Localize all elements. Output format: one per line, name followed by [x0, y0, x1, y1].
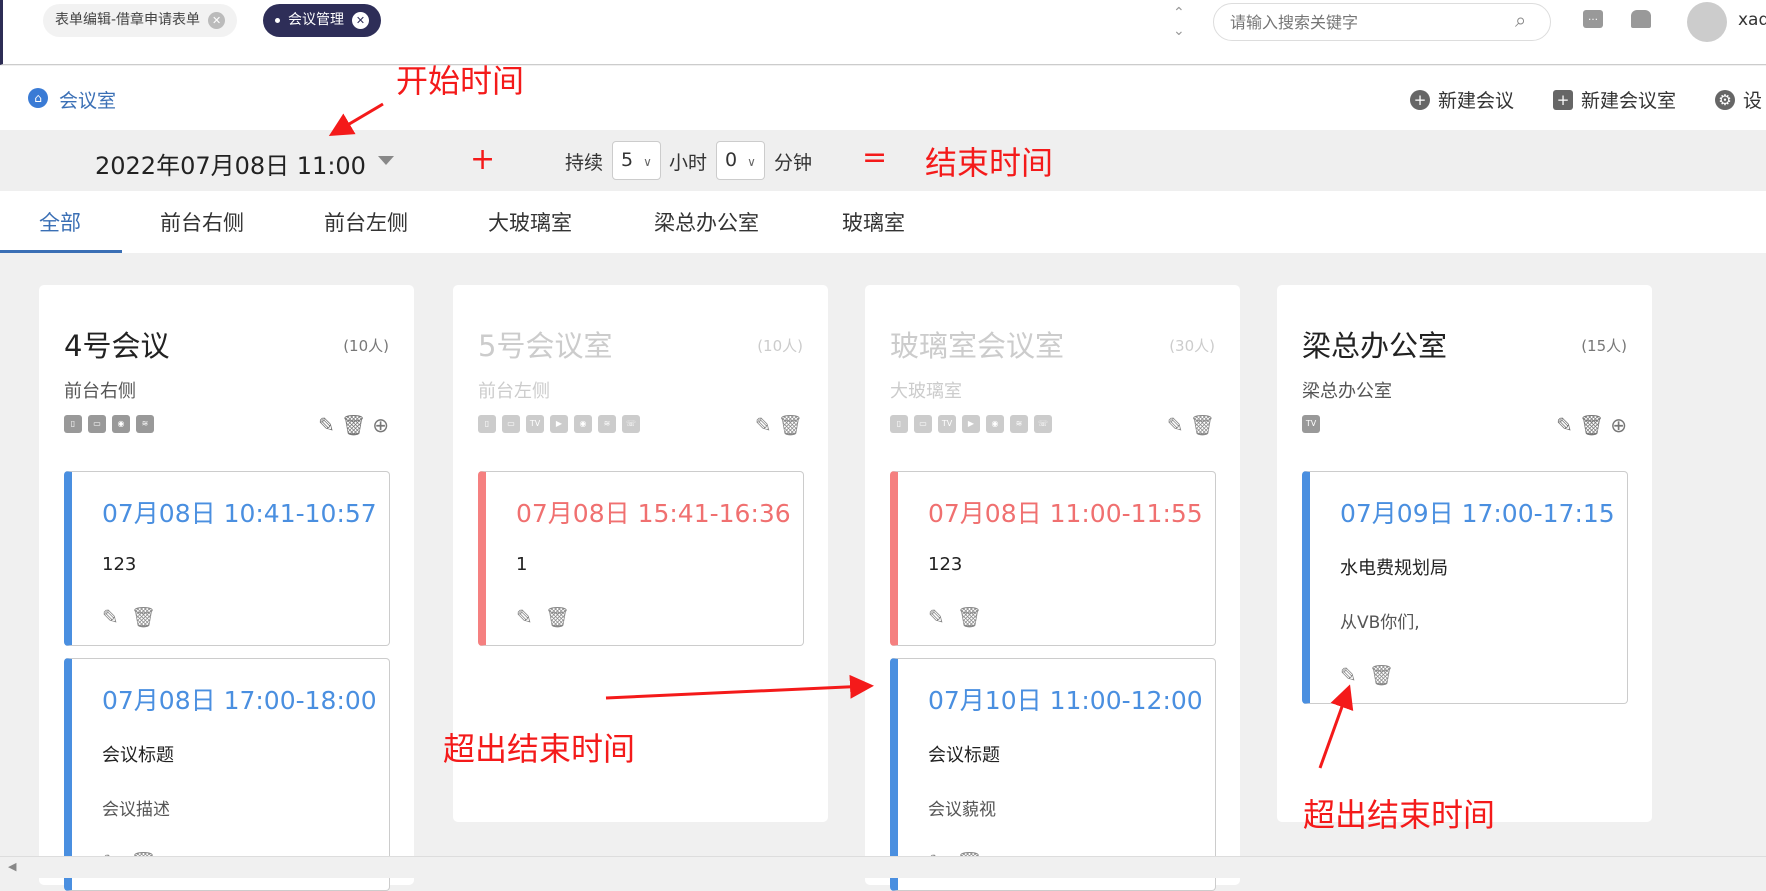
arrow-to-exceeding-meeting [605, 674, 874, 700]
arrow-to-exceeding-meeting-2 [1318, 684, 1354, 769]
annotation-arrows [328, 102, 1354, 769]
arrow-to-start-time [328, 102, 384, 137]
